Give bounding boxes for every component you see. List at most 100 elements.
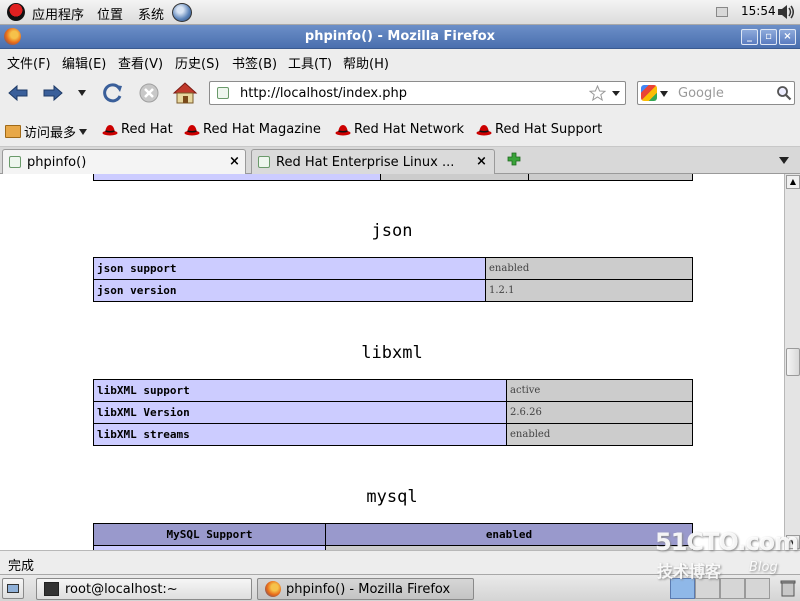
header-cell: MySQL Support <box>93 523 326 546</box>
stop-button[interactable] <box>135 80 163 106</box>
site-identity-icon[interactable] <box>217 87 229 99</box>
menu-view[interactable]: 查看(V) <box>118 53 163 72</box>
page-content: json json support enabled json version 1… <box>0 174 784 550</box>
tab-close-icon[interactable]: × <box>476 154 487 169</box>
home-icon <box>172 82 198 104</box>
menu-help[interactable]: 帮助(H) <box>343 53 389 72</box>
row-key: libXML Version <box>93 401 507 424</box>
chevron-down-icon <box>78 90 86 96</box>
table-row: json version 1.2.1 <box>93 279 693 302</box>
most-visited-folder[interactable]: 访问最多 <box>5 122 88 141</box>
taskbar-label: root@localhost:~ <box>65 582 178 597</box>
firefox-icon <box>265 581 281 597</box>
home-button[interactable] <box>171 80 199 106</box>
url-bar[interactable]: http://localhost/index.php <box>209 81 626 105</box>
bookmark-label: Red Hat <box>121 122 173 137</box>
system-menu[interactable]: 系统 <box>138 4 164 23</box>
show-desktop-button[interactable] <box>2 578 24 599</box>
battery-icon <box>716 7 728 17</box>
redhat-hat-icon <box>102 123 118 136</box>
maximize-button[interactable]: ▫ <box>760 29 777 45</box>
row-value: enabled <box>485 257 693 280</box>
search-input[interactable]: Google <box>678 86 724 101</box>
table-header-row: MySQL Support enabled <box>93 523 693 546</box>
bookmark-label: Red Hat Network <box>354 122 465 137</box>
redhat-hat-icon <box>184 123 200 136</box>
most-visited-label: 访问最多 <box>24 126 77 141</box>
taskbar-label: phpinfo() - Mozilla Firefox <box>286 582 451 597</box>
redhat-logo-icon[interactable] <box>7 3 25 21</box>
reload-button[interactable] <box>99 80 127 106</box>
minimize-button[interactable]: _ <box>741 29 758 45</box>
row-key: json support <box>93 257 486 280</box>
row-value: enabled <box>506 423 693 446</box>
search-bar[interactable]: Google <box>637 81 795 105</box>
places-menu[interactable]: 位置 <box>97 4 123 23</box>
bookmark-red-hat[interactable]: Red Hat <box>102 122 173 137</box>
redhat-hat-icon <box>335 123 351 136</box>
forward-button[interactable] <box>39 80 67 106</box>
reload-icon <box>103 83 122 103</box>
close-window-button[interactable]: × <box>779 29 796 45</box>
vertical-scrollbar[interactable]: ▲ ▼ <box>784 174 800 550</box>
taskbar-terminal[interactable]: root@localhost:~ <box>36 578 252 600</box>
menu-bookmarks[interactable]: 书签(B) <box>232 53 277 72</box>
window-titlebar[interactable]: phpinfo() - Mozilla Firefox _ ▫ × <box>0 25 800 49</box>
tab-red-hat-enterprise-linux[interactable]: Red Hat Enterprise Linux ... × <box>251 149 495 174</box>
search-icon[interactable] <box>776 85 792 101</box>
mysql-section-title: mysql <box>366 487 418 507</box>
header-cell: enabled <box>325 523 693 546</box>
bookmark-red-hat-support[interactable]: Red Hat Support <box>476 122 602 137</box>
row-key: libXML support <box>93 379 507 402</box>
back-button[interactable] <box>4 80 32 106</box>
url-dropdown-icon[interactable] <box>611 90 621 97</box>
row-key: json version <box>93 279 486 302</box>
watermark-line1: 51CTO.com <box>655 528 799 556</box>
google-engine-icon[interactable] <box>641 85 657 101</box>
back-arrow-icon <box>8 84 28 102</box>
folder-icon <box>5 125 21 138</box>
applications-menu[interactable]: 应用程序 <box>32 4 84 23</box>
previous-table-fragment <box>93 174 693 181</box>
desktop-icon <box>7 584 19 593</box>
url-text[interactable]: http://localhost/index.php <box>240 86 407 101</box>
terminal-icon <box>44 582 59 596</box>
tab-bar: phpinfo() × Red Hat Enterprise Linux ...… <box>0 147 800 175</box>
libxml-table: libXML support active libXML Version 2.6… <box>93 379 693 446</box>
menu-tools[interactable]: 工具(T) <box>288 53 332 72</box>
history-dropdown-button[interactable] <box>70 80 94 106</box>
json-section-title: json <box>371 221 413 241</box>
new-tab-plus-icon[interactable] <box>507 152 521 166</box>
page-icon <box>9 156 21 168</box>
bookmark-red-hat-network[interactable]: Red Hat Network <box>335 122 464 137</box>
bookmarks-toolbar: 访问最多 Red Hat Red Hat Magazine Red Hat Ne… <box>0 114 800 147</box>
taskbar-firefox[interactable]: phpinfo() - Mozilla Firefox <box>257 578 474 600</box>
menu-edit[interactable]: 编辑(E) <box>62 53 106 72</box>
bookmark-label: Red Hat Support <box>495 122 603 137</box>
bookmark-label: Red Hat Magazine <box>203 122 321 137</box>
scrollbar-thumb[interactable] <box>786 348 800 376</box>
stop-icon <box>139 83 159 103</box>
chevron-down-icon <box>79 128 88 135</box>
tab-phpinfo[interactable]: phpinfo() × <box>2 149 246 175</box>
scroll-up-arrow-icon[interactable]: ▲ <box>786 175 800 189</box>
row-value: active <box>506 379 693 402</box>
bookmark-red-hat-magazine[interactable]: Red Hat Magazine <box>184 122 321 137</box>
tab-label: Red Hat Enterprise Linux ... <box>276 155 455 170</box>
volume-icon[interactable] <box>776 4 796 20</box>
libxml-section-title: libxml <box>361 343 423 363</box>
page-icon <box>258 156 270 168</box>
row-value: 1.2.1 <box>485 279 693 302</box>
tab-close-icon[interactable]: × <box>229 154 240 169</box>
tab-label: phpinfo() <box>27 155 87 170</box>
menu-history[interactable]: 历史(S) <box>175 53 219 72</box>
network-globe-icon[interactable] <box>172 3 192 22</box>
list-all-tabs-icon[interactable] <box>779 157 789 164</box>
engine-dropdown-icon[interactable] <box>660 91 668 97</box>
watermark-51cto: 51CTO.com 技术博客 Blog <box>655 528 799 588</box>
watermark-line2: 技术博客 <box>657 562 722 581</box>
menu-file[interactable]: 文件(F) <box>7 53 51 72</box>
clock[interactable]: 15:54 <box>741 4 776 18</box>
table-row: libXML Version 2.6.26 <box>93 401 693 424</box>
star-bookmark-icon[interactable] <box>589 85 606 101</box>
